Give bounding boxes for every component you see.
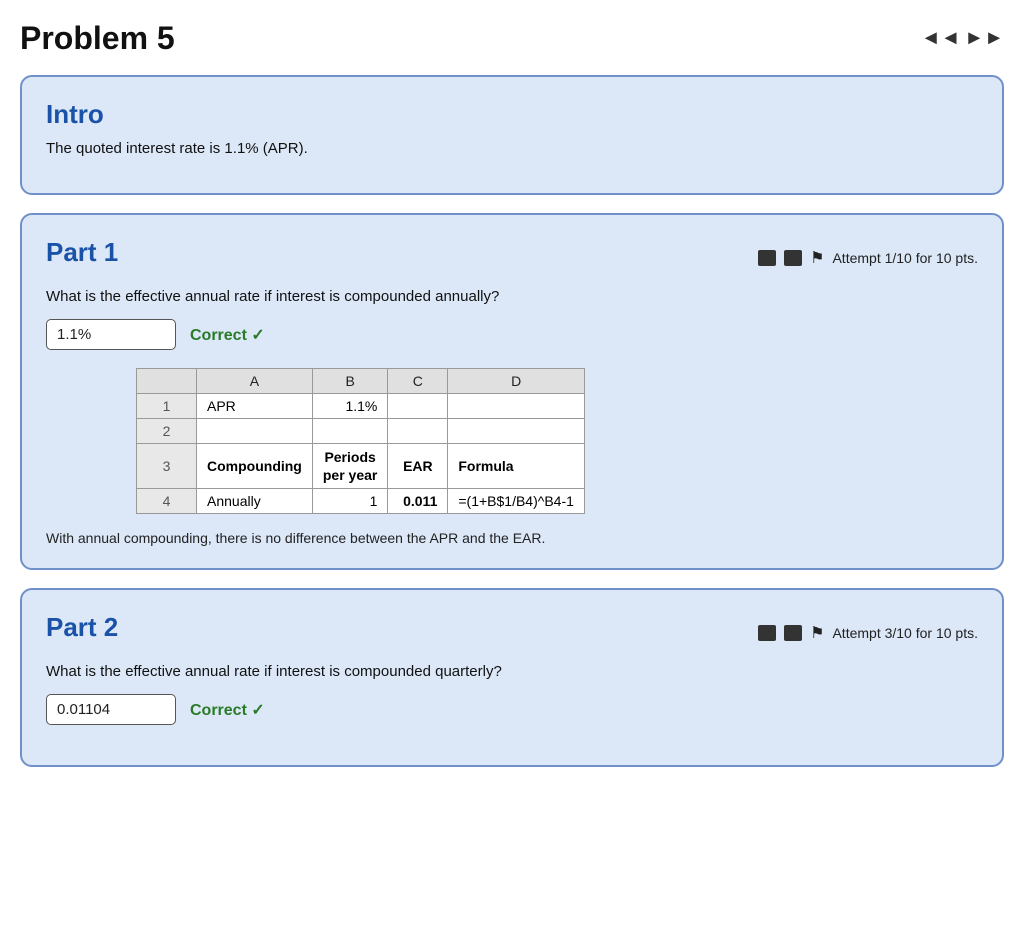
row-3-num: 3 [137,444,197,489]
row-3-c: EAR [388,444,448,489]
video-icon[interactable] [758,250,776,266]
intro-title: Intro [46,99,978,130]
part2-answer-row: Correct ✓ [46,694,978,725]
part2-answer-input[interactable] [46,694,176,725]
part2-correct-label: Correct ✓ [190,700,265,720]
page-title: Problem 5 [20,20,175,57]
row-4-b: 1 [312,489,387,514]
row-2-num: 2 [137,419,197,444]
row-2-d [448,419,585,444]
part1-explanation: With annual compounding, there is no dif… [46,530,978,546]
part1-title: Part 1 [46,237,118,268]
nav-arrows[interactable]: ◄◄ ►► [921,27,1004,50]
row-3-a: Compounding [197,444,313,489]
part1-correct-label: Correct ✓ [190,325,265,345]
part1-spreadsheet: A B C D 1 APR 1.1% 2 [136,368,585,514]
flag-icon[interactable]: ⚑ [810,248,824,268]
col-a-header: A [197,369,313,394]
row-2-b [312,419,387,444]
intro-card: Intro The quoted interest rate is 1.1% (… [20,75,1004,195]
row-1-num: 1 [137,394,197,419]
part2-attempt-info: ⚑ Attempt 3/10 for 10 pts. [758,623,978,643]
row-4-num: 4 [137,489,197,514]
part2-card: Part 2 ⚑ Attempt 3/10 for 10 pts. What i… [20,588,1004,767]
col-c-header: C [388,369,448,394]
part2-header: Part 2 ⚑ Attempt 3/10 for 10 pts. [46,612,978,653]
part2-video-icon[interactable] [758,625,776,641]
row-1-a: APR [197,394,313,419]
part2-question: What is the effective annual rate if int… [46,663,978,680]
col-d-header: D [448,369,585,394]
col-b-header: B [312,369,387,394]
row-1-b: 1.1% [312,394,387,419]
part1-card: Part 1 ⚑ Attempt 1/10 for 10 pts. What i… [20,213,1004,570]
intro-text: The quoted interest rate is 1.1% (APR). [46,140,978,157]
part2-attempt-text: Attempt 3/10 for 10 pts. [832,625,978,641]
part2-title: Part 2 [46,612,118,643]
part1-header: Part 1 ⚑ Attempt 1/10 for 10 pts. [46,237,978,278]
part1-answer-input[interactable] [46,319,176,350]
prev-arrow[interactable]: ◄◄ [921,27,961,50]
part1-answer-row: Correct ✓ [46,319,978,350]
part1-attempt-text: Attempt 1/10 for 10 pts. [832,250,978,266]
part2-flag-icon[interactable]: ⚑ [810,623,824,643]
part1-question: What is the effective annual rate if int… [46,288,978,305]
spreadsheet-corner [137,369,197,394]
row-3-b: Periodsper year [312,444,387,489]
row-3-d: Formula [448,444,585,489]
row-1-c [388,394,448,419]
row-4-a: Annually [197,489,313,514]
grid-icon[interactable] [784,250,802,266]
page-header: Problem 5 ◄◄ ►► [20,20,1004,57]
row-1-d [448,394,585,419]
row-4-d: =(1+B$1/B4)^B4-1 [448,489,585,514]
part1-attempt-info: ⚑ Attempt 1/10 for 10 pts. [758,248,978,268]
part2-grid-icon[interactable] [784,625,802,641]
part1-spreadsheet-wrapper: A B C D 1 APR 1.1% 2 [136,368,978,514]
row-4-c: 0.011 [388,489,448,514]
row-2-c [388,419,448,444]
table-row: 2 [137,419,585,444]
row-2-a [197,419,313,444]
table-row: 3 Compounding Periodsper year EAR Formul… [137,444,585,489]
table-row: 1 APR 1.1% [137,394,585,419]
next-arrow[interactable]: ►► [964,27,1004,50]
table-row: 4 Annually 1 0.011 =(1+B$1/B4)^B4-1 [137,489,585,514]
